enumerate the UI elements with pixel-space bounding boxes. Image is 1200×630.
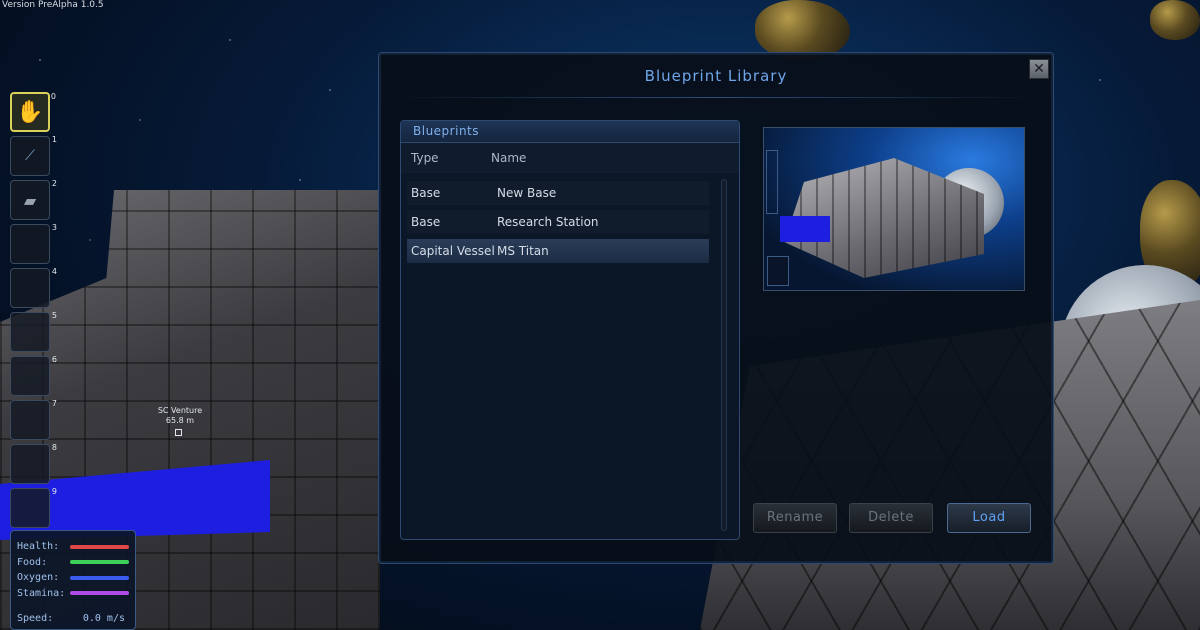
blueprint-list: Base New Base Base Research Station Capi… [401, 181, 739, 263]
hotbar-slot-9[interactable]: 9 [10, 487, 57, 528]
column-headers: Type Name [401, 143, 739, 173]
slot-number: 9 [51, 487, 57, 496]
hotbar-slot-4[interactable]: 4 [10, 267, 57, 308]
blueprint-row-selected[interactable]: Capital Vessel MS Titan [407, 239, 709, 263]
row-name: MS Titan [497, 244, 549, 258]
slot-number: 8 [51, 443, 57, 452]
delete-button[interactable]: Delete [849, 503, 933, 533]
stamina-label: Stamina: [17, 587, 66, 599]
blueprint-row[interactable]: Base Research Station [407, 210, 709, 234]
row-name: Research Station [497, 215, 599, 229]
ship-marker[interactable] [175, 429, 182, 436]
food-row: Food: [17, 555, 129, 571]
preview-blue-panel [780, 216, 830, 242]
asteroid [1150, 0, 1200, 40]
slot-number: 1 [51, 135, 57, 144]
health-row: Health: [17, 539, 129, 555]
ship-distance: 65.8 m [165, 416, 195, 425]
rename-button[interactable]: Rename [753, 503, 837, 533]
hand-icon: ✋ [16, 99, 44, 125]
oxygen-bar [70, 575, 129, 580]
row-type: Base [411, 215, 441, 229]
hotbar-slot-3[interactable]: 3 [10, 223, 57, 264]
row-type: Base [411, 186, 441, 200]
stamina-bar [70, 591, 129, 596]
hotbar-slot-1[interactable]: 1 ⟋ [10, 135, 57, 176]
oxygen-label: Oxygen: [17, 572, 60, 584]
close-button[interactable]: ✕ [1029, 59, 1049, 79]
slot-number: 6 [51, 355, 57, 364]
blueprints-panel-title: Blueprints [401, 121, 739, 143]
asteroid [755, 0, 850, 60]
hotbar-slot-5[interactable]: 5 [10, 311, 57, 352]
title-divider [391, 97, 1041, 98]
slot-number: 5 [51, 311, 57, 320]
stamina-row: Stamina: [17, 586, 129, 602]
blueprint-row[interactable]: Base New Base [407, 181, 709, 205]
slot-number: 4 [51, 267, 57, 276]
hotbar-slot-2[interactable]: 2 ▰ [10, 179, 57, 220]
load-button[interactable]: Load [947, 503, 1031, 533]
hotbar-slot-6[interactable]: 6 [10, 355, 57, 396]
gun-icon: ▰ [23, 190, 37, 210]
health-label: Health: [17, 541, 60, 553]
column-header-name[interactable]: Name [491, 151, 739, 165]
dialog-title: Blueprint Library [644, 67, 788, 85]
blueprints-panel: Blueprints Type Name Base New Base Base … [400, 120, 740, 540]
preview-hotbar [766, 150, 778, 214]
slot-number: 2 [51, 179, 57, 188]
row-name: New Base [497, 186, 557, 200]
column-header-type[interactable]: Type [401, 151, 491, 165]
status-panel: Health: Food: Oxygen: Stamina: Speed: 0.… [10, 530, 136, 630]
list-scrollbar[interactable] [721, 179, 727, 531]
ship-label: SC Venture 65.8 m [150, 406, 210, 426]
food-bar [70, 560, 129, 565]
slot-number: 0 [50, 92, 56, 101]
row-type: Capital Vessel [411, 244, 495, 258]
slot-number: 7 [51, 399, 57, 408]
version-label: Version PreAlpha 1.0.5 [2, 0, 104, 10]
hotbar-slot-7[interactable]: 7 [10, 399, 57, 440]
tool-icon: ⟋ [25, 148, 35, 164]
speed-row: Speed: 0.0 m/s [17, 613, 129, 624]
oxygen-row: Oxygen: [17, 570, 129, 586]
speed-label: Speed: [17, 613, 54, 624]
speed-value: 0.0 m/s [82, 613, 125, 624]
food-label: Food: [17, 556, 48, 568]
ship-name: SC Venture [157, 406, 203, 415]
hotbar-slot-8[interactable]: 8 [10, 443, 57, 484]
preview-status [767, 256, 789, 286]
hotbar-slot-0[interactable]: 0 ✋ [10, 92, 56, 132]
blueprint-library-dialog: Blueprint Library ✕ Blueprints Type Name… [378, 52, 1054, 564]
hotbar: 0 ✋ 1 ⟋ 2 ▰ 3 4 5 6 7 8 9 [10, 92, 57, 532]
health-bar [70, 544, 129, 549]
blueprint-preview-image [763, 127, 1025, 291]
slot-number: 3 [51, 223, 57, 232]
